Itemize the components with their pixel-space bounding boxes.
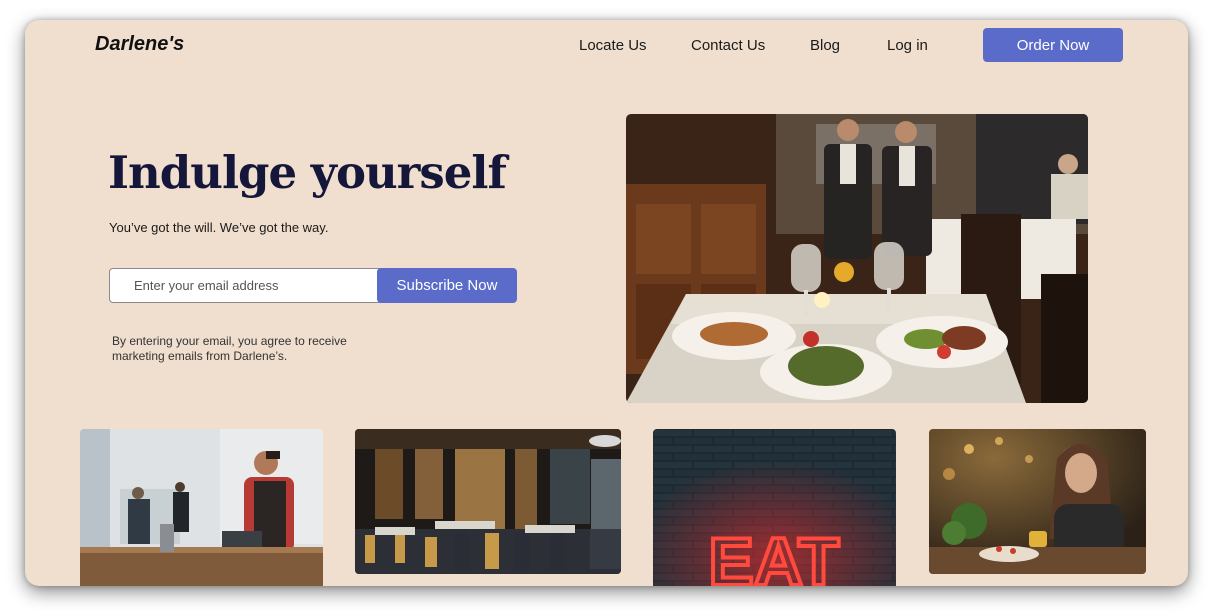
neon-sign-text: EAT bbox=[709, 524, 840, 586]
nav-contact-us[interactable]: Contact Us bbox=[691, 37, 765, 54]
hero-restaurant-image bbox=[626, 114, 1088, 403]
brand-logo[interactable]: Darlene's bbox=[95, 33, 184, 56]
nav-log-in[interactable]: Log in bbox=[887, 37, 928, 54]
gallery-barista-image bbox=[80, 429, 323, 586]
hero-subheadline: You’ve got the will. We’ve got the way. bbox=[109, 220, 329, 235]
gallery-neon-eat-image: EAT bbox=[653, 429, 896, 586]
page-window: Darlene's Locate Us Contact Us Blog Log … bbox=[25, 20, 1188, 586]
email-disclaimer: By entering your email, you agree to rec… bbox=[112, 334, 347, 363]
nav-blog[interactable]: Blog bbox=[810, 37, 840, 54]
subscribe-button[interactable]: Subscribe Now bbox=[377, 268, 517, 303]
gallery-woman-eating-image bbox=[929, 429, 1146, 574]
email-input[interactable] bbox=[109, 268, 391, 303]
gallery-dining-room-image bbox=[355, 429, 621, 574]
nav-locate-us[interactable]: Locate Us bbox=[579, 37, 647, 54]
order-now-button[interactable]: Order Now bbox=[983, 28, 1123, 62]
hero-headline: Indulge yourself bbox=[108, 146, 507, 199]
